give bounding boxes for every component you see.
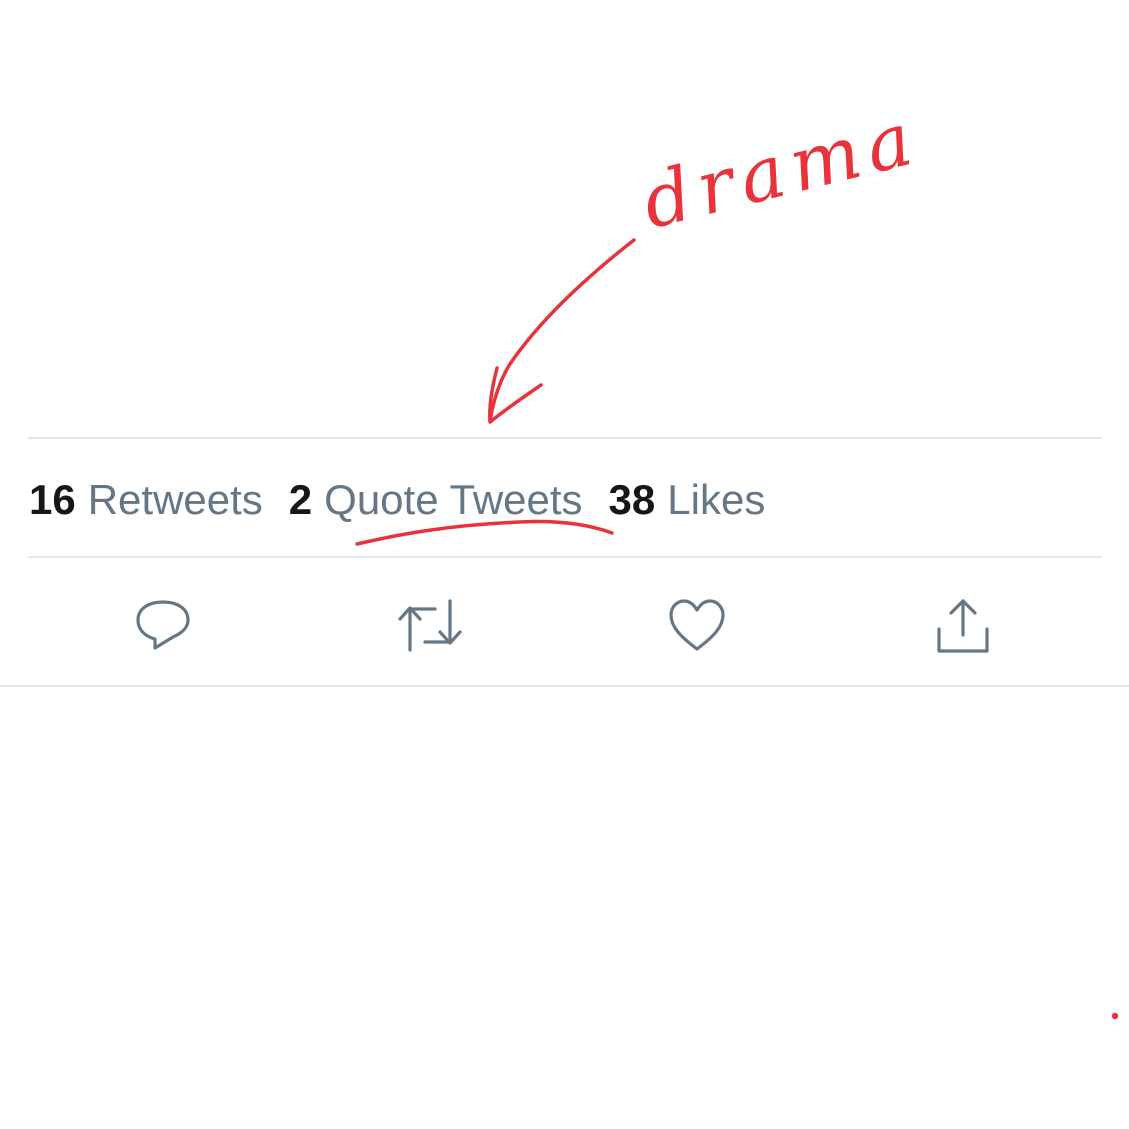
annotation-arrow-head (488, 366, 543, 424)
retweets-label: Retweets (87, 476, 263, 523)
divider-middle (28, 556, 1102, 558)
annotation-drama-text: drama (634, 94, 928, 246)
likes-stat[interactable]: 38 Likes (609, 472, 766, 528)
retweets-count: 16 (29, 476, 76, 523)
likes-label: Likes (667, 476, 766, 523)
heart-icon (669, 599, 725, 651)
reply-button[interactable] (128, 590, 198, 660)
annotation-arrow-shaft (488, 238, 636, 422)
retweet-icon (398, 599, 462, 652)
tweet-stats-row: 16 Retweets 2 Quote Tweets 38 Likes (29, 472, 791, 528)
quote-tweets-label: Quote Tweets (324, 476, 583, 523)
tweet-actions-row (0, 590, 1129, 660)
quote-tweets-stat[interactable]: 2 Quote Tweets (289, 472, 583, 528)
red-annotation-overlay (355, 238, 1119, 1020)
likes-count: 38 (608, 476, 656, 523)
retweets-stat[interactable]: 16 Retweets (29, 472, 263, 528)
divider-bottom (0, 685, 1129, 687)
retweet-button[interactable] (395, 590, 465, 660)
divider-top (28, 437, 1102, 439)
annotation-dot (1111, 1012, 1119, 1020)
quote-tweets-count: 2 (288, 476, 313, 523)
share-icon (937, 599, 989, 653)
reply-icon (136, 600, 190, 650)
share-button[interactable] (928, 590, 998, 660)
like-button[interactable] (662, 590, 732, 660)
